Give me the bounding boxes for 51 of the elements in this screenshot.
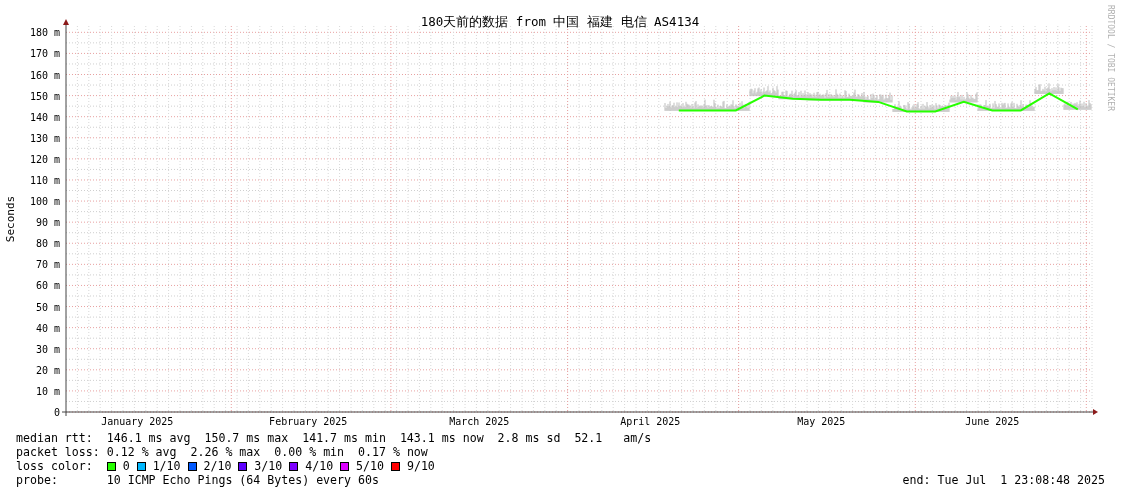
stat-value: 52.1 am/s: [574, 431, 652, 445]
x-tick-label: June 2025: [965, 416, 1020, 427]
swatch-label: 3/10: [254, 459, 283, 473]
y-tick-label: 80 m: [35, 238, 60, 250]
y-tick-label: 150 m: [29, 90, 60, 102]
credit-text: RRDTOOL / TOBI OETIKER: [1106, 5, 1115, 111]
y-tick-label: 40 m: [35, 322, 60, 334]
y-tick-label: 110 m: [29, 175, 60, 186]
y-tick-label: 50 m: [35, 301, 60, 313]
y-tick-label: 10 m: [35, 385, 60, 397]
stat-value: 0.12 % avg: [106, 445, 177, 459]
swatch-label: 1/10: [152, 459, 181, 473]
stat-value: 0.00 % min: [274, 445, 345, 459]
y-tick-label: 160 m: [29, 69, 60, 81]
y-tick-label: 20 m: [35, 364, 60, 376]
y-tick-label: 70 m: [35, 259, 60, 271]
stat-value: 141.7 ms min: [302, 431, 386, 445]
swatch-label: 4/10: [305, 459, 334, 473]
x-tick-label: February 2025: [269, 416, 348, 427]
y-tick-label: 30 m: [35, 343, 60, 355]
stat-value: 2.8 ms sd: [497, 431, 561, 445]
legend-label: loss color:: [16, 459, 94, 473]
chart-title: 180天前的数据 from 中国 福建 电信 AS4134: [420, 14, 700, 29]
y-tick-label: 170 m: [29, 48, 60, 60]
stat-value: 146.1 ms avg: [106, 431, 191, 445]
end-time: end: Tue Jul 1 23:08:48 2025: [902, 473, 1105, 487]
stat-value: 150.7 ms max: [204, 431, 289, 445]
y-axis-label: Seconds: [4, 195, 17, 243]
y-tick-label: 60 m: [35, 280, 60, 292]
swatch-label: 2/10: [203, 459, 232, 473]
legend-label: median rtt:: [16, 431, 94, 445]
y-tick-label: 90 m: [35, 217, 60, 229]
y-tick-label: 180 m: [29, 27, 60, 39]
legend-label: probe:: [16, 473, 59, 487]
y-tick-label: 130 m: [29, 132, 60, 144]
x-tick-label: March 2025: [449, 416, 510, 427]
swatch-label: 9/10: [406, 459, 435, 473]
probe-description: 10 ICMP Echo Pings (64 Bytes) every 60s: [106, 473, 379, 487]
x-tick-label: January 2025: [101, 416, 174, 427]
y-tick-label: 140 m: [29, 111, 60, 123]
y-tick-label: 0: [53, 407, 60, 418]
y-tick-label: 120 m: [29, 153, 60, 165]
y-tick-label: 100 m: [29, 196, 60, 208]
swatch-label: 0: [122, 459, 130, 473]
x-tick-label: May 2025: [797, 416, 846, 427]
stat-value: 2.26 % max: [190, 445, 261, 459]
swatch-label: 5/10: [356, 459, 384, 473]
x-tick-label: April 2025: [620, 416, 681, 427]
legend-label: packet loss:: [16, 445, 101, 459]
stat-value: 0.17 % now: [358, 445, 428, 459]
stat-value: 143.1 ms now: [399, 431, 484, 445]
